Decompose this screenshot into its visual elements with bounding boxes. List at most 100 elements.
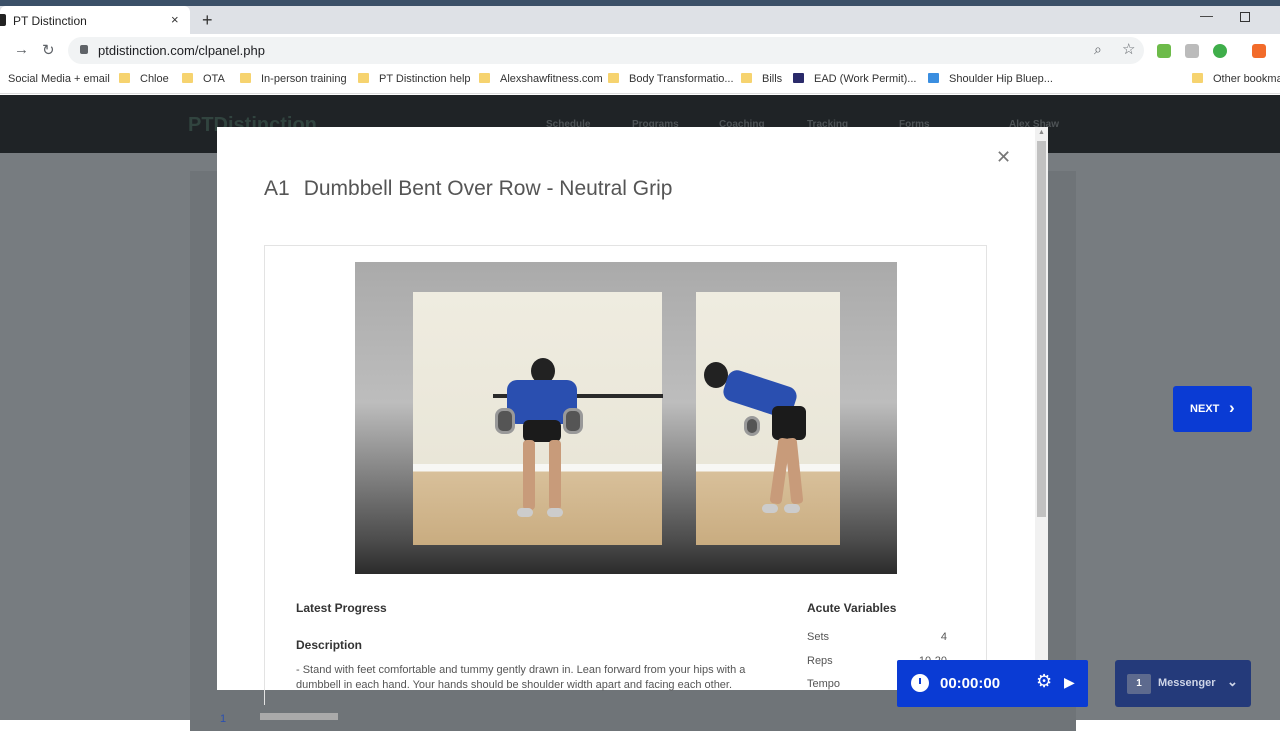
other-bookmarks[interactable]: Other bookma <box>1192 73 1280 85</box>
lock-icon <box>80 45 88 54</box>
workout-timer: 00:00:00 ⚙ ▶ <box>897 660 1088 707</box>
bookmark-label: Other bookma <box>1213 73 1280 85</box>
bookmark-star-icon[interactable]: ☆ <box>1122 40 1135 58</box>
shoe <box>784 504 800 513</box>
person-side-figure <box>704 358 834 538</box>
description-text: - Stand with feet comfortable and tummy … <box>296 664 746 691</box>
url-input[interactable]: ptdistinction.com/clpanel.php ⌕ ☆ <box>68 37 1144 64</box>
exercise-modal: ✕ A1 Dumbbell Bent Over Row - Neutral Gri… <box>217 127 1048 705</box>
bookmark-label: Alexshawfitness.com <box>500 73 603 85</box>
gear-icon[interactable]: ⚙ <box>1036 671 1052 692</box>
bookmark-item[interactable]: Social Media + email <box>8 73 110 85</box>
variable-row-sets: Sets 4 <box>807 631 947 651</box>
timer-display: 00:00:00 <box>940 675 1001 692</box>
shorts <box>523 420 561 442</box>
extension-icon[interactable] <box>1252 44 1266 58</box>
browser-tab[interactable]: PT Distinction × <box>0 6 190 34</box>
latest-progress-heading: Latest Progress <box>296 601 387 615</box>
dumbbell-icon <box>495 408 515 434</box>
pagination-control[interactable] <box>260 713 338 720</box>
variable-label: Reps <box>807 655 833 667</box>
person-front-figure <box>493 358 593 538</box>
exercise-card: Latest Progress Description - Stand with… <box>264 245 987 705</box>
messenger-label: Messenger <box>1158 677 1216 689</box>
bookmark-item[interactable]: Shoulder Hip Bluep... <box>928 73 1053 85</box>
side-view-photo <box>696 292 840 545</box>
message-count-badge: 1 <box>1127 674 1151 694</box>
shoe <box>547 508 563 517</box>
bookmark-item[interactable]: Bills <box>741 73 782 85</box>
page-content: PTDistinction Schedule Programs Coaching… <box>0 95 1280 731</box>
folder-icon <box>182 73 193 83</box>
bookmark-label: OTA <box>203 73 225 85</box>
messenger-widget[interactable]: 1 Messenger ⌄ <box>1115 660 1251 707</box>
bookmarks-bar: Social Media + email Chloe OTA In-person… <box>0 66 1280 94</box>
dumbbell-icon <box>563 408 583 434</box>
bookmark-item[interactable]: Body Transformatio... <box>608 73 734 85</box>
tab-bar: PT Distinction × + — <box>0 6 1280 34</box>
bookmark-item[interactable]: OTA <box>182 73 225 85</box>
folder-icon <box>741 73 752 83</box>
folder-icon <box>479 73 490 83</box>
exercise-code: A1 <box>264 177 290 200</box>
forward-icon[interactable]: → <box>14 41 29 58</box>
shorts <box>772 406 806 440</box>
adblock-extension-icon[interactable] <box>1213 44 1227 58</box>
bookmark-item[interactable]: Alexshawfitness.com <box>479 73 603 85</box>
bookmark-label: EAD (Work Permit)... <box>814 73 917 85</box>
folder-icon <box>119 73 130 83</box>
page-icon <box>928 73 939 83</box>
description-heading: Description <box>296 638 363 652</box>
page-number[interactable]: 1 <box>220 713 226 725</box>
folder-icon <box>1192 73 1203 83</box>
modal-scrollbar[interactable]: ▲ <box>1035 127 1048 690</box>
leg <box>523 440 535 510</box>
zoom-icon[interactable]: ⌕ <box>1094 41 1102 58</box>
close-icon[interactable]: ✕ <box>996 147 1011 168</box>
extension-icon[interactable] <box>1157 44 1171 58</box>
dumbbell-icon <box>744 416 760 436</box>
front-view-photo <box>413 292 663 545</box>
minimize-icon[interactable]: — <box>1200 8 1213 23</box>
shoe <box>517 508 533 517</box>
bookmark-item[interactable]: PT Distinction help <box>358 73 471 85</box>
reload-icon[interactable]: ↻ <box>42 41 55 59</box>
exercise-image[interactable] <box>355 262 897 574</box>
bookmark-label: Chloe <box>140 73 169 85</box>
leg <box>549 440 561 510</box>
scrollbar-thumb[interactable] <box>1037 141 1046 517</box>
drive-extension-icon[interactable] <box>1185 44 1199 58</box>
next-label: NEXT <box>1190 403 1220 415</box>
address-bar: → ↻ ptdistinction.com/clpanel.php ⌕ ☆ <box>0 34 1280 66</box>
variable-value: 4 <box>940 631 947 643</box>
restore-icon[interactable] <box>1240 12 1250 22</box>
bookmark-label: In-person training <box>261 73 347 85</box>
leg <box>784 437 804 505</box>
page-icon <box>793 73 804 83</box>
tab-title: PT Distinction <box>13 14 87 28</box>
bookmark-item[interactable]: In-person training <box>240 73 347 85</box>
tab-close-icon[interactable]: × <box>171 12 179 27</box>
bookmark-label: Bills <box>762 73 783 85</box>
bookmark-item[interactable]: EAD (Work Permit)... <box>793 73 916 85</box>
exercise-title: A1 Dumbbell Bent Over Row - Neutral Grip <box>264 177 672 201</box>
bookmark-label: PT Distinction help <box>379 73 471 85</box>
bookmark-label: Social Media + email <box>8 73 110 85</box>
stopwatch-icon <box>911 674 929 692</box>
url-text: ptdistinction.com/clpanel.php <box>98 43 265 58</box>
acute-variables-heading: Acute Variables <box>807 601 897 615</box>
variable-label: Sets <box>807 631 830 643</box>
bookmark-label: Shoulder Hip Bluep... <box>949 73 1053 85</box>
chevron-down-icon[interactable]: ⌄ <box>1227 674 1238 690</box>
next-button[interactable]: NEXT › <box>1173 386 1252 432</box>
chevron-right-icon: › <box>1229 398 1235 417</box>
folder-icon <box>358 73 369 83</box>
bookmark-item[interactable]: Chloe <box>119 73 169 85</box>
play-icon[interactable]: ▶ <box>1064 674 1075 691</box>
shoe <box>762 504 778 513</box>
new-tab-button[interactable]: + <box>202 10 213 31</box>
variable-label: Tempo <box>807 678 841 690</box>
site-favicon-icon <box>0 14 6 26</box>
scroll-up-arrow-icon[interactable]: ▲ <box>1038 129 1045 136</box>
exercise-name: Dumbbell Bent Over Row - Neutral Grip <box>303 177 673 200</box>
